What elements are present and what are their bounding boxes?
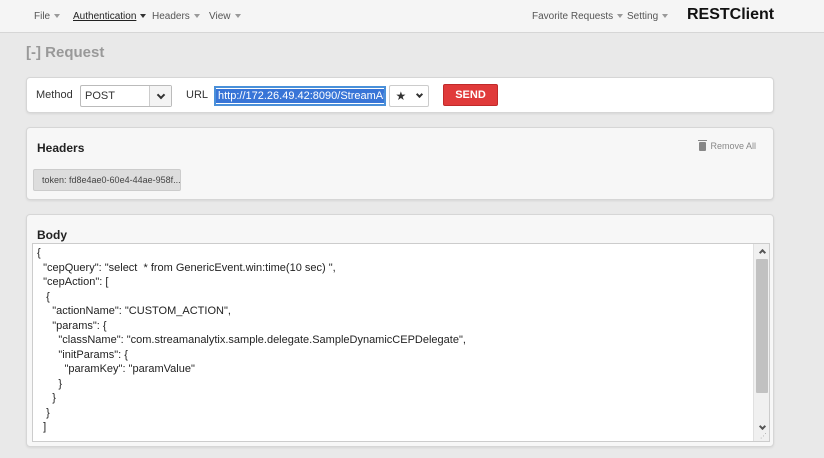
remove-all-label: Remove All xyxy=(710,141,756,151)
header-item[interactable]: token: fd8e4ae0-60e4-44ae-958f... xyxy=(33,169,181,191)
method-select[interactable]: POST xyxy=(80,85,172,107)
menu-authentication-label: Authentication xyxy=(73,11,137,22)
menu-view-label: View xyxy=(209,11,231,22)
body-textarea[interactable]: { "cepQuery": "select * from GenericEven… xyxy=(32,243,770,442)
chevron-down-icon xyxy=(617,14,624,19)
menu-headers-label: Headers xyxy=(152,11,190,22)
menu-file-label: File xyxy=(34,11,51,22)
chevron-down-icon xyxy=(193,14,200,19)
body-title: Body xyxy=(37,228,67,242)
url-value: http://172.26.49.42:8090/StreamAna xyxy=(216,89,384,103)
headers-title: Headers xyxy=(37,141,85,155)
star-icon[interactable]: ★ xyxy=(396,90,407,102)
remove-all-button[interactable]: Remove All xyxy=(698,139,756,151)
menu-headers[interactable]: Headers xyxy=(152,11,200,22)
chevron-down-icon xyxy=(156,90,165,99)
chevron-down-icon xyxy=(54,14,61,19)
method-dropdown-button[interactable] xyxy=(149,86,171,106)
headers-panel: Headers Remove All token: fd8e4ae0-60e4-… xyxy=(26,127,774,200)
menu-view[interactable]: View xyxy=(209,11,241,22)
chevron-down-icon xyxy=(140,14,147,19)
menu-setting[interactable]: Setting xyxy=(627,11,669,22)
method-value: POST xyxy=(85,90,115,102)
chevron-down-icon xyxy=(758,422,766,431)
menu-favorite-requests-label: Favorite Requests xyxy=(532,11,614,22)
menu-authentication[interactable]: Authentication xyxy=(73,11,147,22)
send-button[interactable]: SEND xyxy=(443,84,498,106)
vertical-scrollbar[interactable] xyxy=(753,244,769,441)
resize-grip-icon[interactable]: ⋰ xyxy=(760,433,767,440)
menu-favorite-requests[interactable]: Favorite Requests xyxy=(532,11,624,22)
trash-icon xyxy=(698,139,708,151)
chevron-down-icon xyxy=(662,14,669,19)
menu-file[interactable]: File xyxy=(34,11,61,22)
app-brand: RESTClient xyxy=(687,6,775,23)
menu-setting-label: Setting xyxy=(627,11,659,22)
chevron-down-icon xyxy=(234,14,241,19)
chevron-up-icon xyxy=(758,248,766,257)
url-label: URL xyxy=(186,89,209,101)
request-panel: Method POST URL http://172.26.49.42:8090… xyxy=(26,77,774,113)
top-navbar: File Authentication Headers View Favorit… xyxy=(0,0,824,33)
scrollbar-thumb[interactable] xyxy=(756,259,768,393)
body-content: { "cepQuery": "select * from GenericEven… xyxy=(37,247,466,442)
body-panel: Body { "cepQuery": "select * from Generi… xyxy=(26,214,774,447)
url-tools: ★ xyxy=(389,85,429,107)
method-label: Method xyxy=(36,89,73,101)
url-input[interactable]: http://172.26.49.42:8090/StreamAna xyxy=(214,86,386,106)
chevron-down-icon[interactable] xyxy=(416,90,424,99)
request-section-toggle[interactable]: [-] Request xyxy=(26,44,104,61)
scroll-up-button[interactable] xyxy=(754,244,769,258)
